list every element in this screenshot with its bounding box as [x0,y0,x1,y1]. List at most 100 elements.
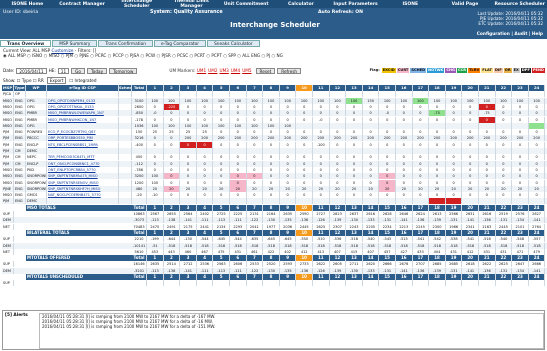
value-cell[interactable]: 0 [496,166,513,173]
value-cell[interactable]: 0 [280,173,297,180]
nav-item[interactable]: ISONE Home [0,2,55,7]
value-cell[interactable] [330,122,347,129]
value-cell[interactable]: 0 [263,160,280,167]
value-cell[interactable]: 200 [429,135,446,142]
value-cell[interactable] [379,122,396,129]
value-cell[interactable]: 0 [363,110,380,117]
value-cell[interactable] [230,198,247,205]
value-cell[interactable]: 0 [462,179,479,186]
value-cell[interactable] [180,148,197,154]
column-header[interactable]: Total [132,85,147,91]
value-cell[interactable]: 0 [529,173,546,180]
value-cell[interactable] [346,91,363,98]
value-cell[interactable]: 0 [496,154,513,161]
value-cell[interactable] [180,198,197,205]
today-button[interactable]: Today [86,67,108,74]
value-cell[interactable] [164,198,181,205]
value-cell[interactable]: 25 [197,129,214,136]
value-cell[interactable]: 0 [496,129,513,136]
column-header[interactable]: 8 [263,85,280,91]
value-cell[interactable]: -75 [479,110,496,117]
value-cell[interactable]: 0 [196,141,214,148]
value-cell[interactable]: 0 [512,103,529,110]
value-cell[interactable]: -178 [132,116,147,123]
etag-link[interactable]: SNP_SNPTNTNBPAA75_MISO [47,173,119,180]
value-cell[interactable] [462,122,479,129]
nav-item[interactable]: Input Parameters [328,2,383,7]
value-cell[interactable]: 200 [197,135,214,142]
value-cell[interactable]: 100 [180,97,197,104]
value-cell[interactable]: 0 [296,103,313,110]
value-cell[interactable]: 0 [379,179,396,186]
value-cell[interactable]: 0 [479,103,496,110]
value-cell[interactable]: 0 [164,110,181,117]
value-cell[interactable]: 0 [363,129,380,136]
value-cell[interactable] [346,198,363,205]
value-cell[interactable]: 0 [413,154,430,161]
value-cell[interactable]: 0 [230,166,247,173]
column-header[interactable]: 10 [296,85,313,91]
value-cell[interactable]: 0 [164,192,181,199]
value-cell[interactable] [396,122,413,129]
value-cell[interactable]: 0 [180,192,197,199]
value-cell[interactable]: 0 [363,103,380,110]
etag-link[interactable] [47,91,119,98]
value-cell[interactable] [247,198,264,205]
value-cell[interactable]: -850 [132,110,147,117]
column-header[interactable]: e-Tag ID CSP [47,85,119,91]
value-cell[interactable] [247,148,264,154]
value-cell[interactable]: 0 [462,103,479,110]
value-cell[interactable]: 0 [512,192,529,199]
value-cell[interactable]: 200 [529,135,546,142]
etag-link[interactable]: MISO_PMBRNWHKCON_1N7 [47,116,119,123]
value-cell[interactable]: 20 [429,185,446,192]
value-cell[interactable]: 0 [230,179,247,186]
value-cell[interactable]: -20 [132,192,147,199]
etag-link[interactable] [47,148,119,154]
value-cell[interactable]: 100 [396,97,413,104]
value-cell[interactable]: 20 [529,185,546,192]
value-cell[interactable]: 0 [346,103,363,110]
value-cell[interactable]: 0 [164,154,181,161]
value-cell[interactable] [296,91,313,98]
value-cell[interactable]: 0 [330,160,347,167]
value-cell[interactable] [313,91,330,98]
value-cell[interactable]: 200 [363,135,380,142]
alert-message[interactable]: 2016/04/11 05:28:31 [I] is ramping from … [42,324,541,329]
value-cell[interactable]: 0 [379,116,396,123]
value-cell[interactable]: 0 [230,173,247,180]
column-header[interactable]: 23 [512,85,529,91]
value-cell[interactable]: 0 [313,154,330,161]
value-cell[interactable]: 100 [462,97,479,104]
value-cell[interactable]: 0 [363,116,380,123]
value-cell[interactable]: 0 [413,141,430,148]
value-cell[interactable]: 0 [346,179,363,186]
value-cell[interactable]: 200 [247,135,264,142]
value-cell[interactable]: 0 [346,160,363,167]
value-cell[interactable]: 0 [247,116,264,123]
value-cell[interactable] [413,91,430,98]
value-cell[interactable]: 0 [197,192,214,199]
value-cell[interactable] [462,198,479,205]
value-cell[interactable]: 0 [379,129,396,136]
value-cell[interactable]: 0 [462,141,479,148]
value-cell[interactable]: 200 [446,135,463,142]
value-cell[interactable]: 100 [180,122,197,129]
value-cell[interactable] [296,122,313,129]
value-cell[interactable]: 0 [330,110,347,117]
value-cell[interactable]: 100 [230,122,247,129]
value-cell[interactable] [445,198,463,205]
value-cell[interactable]: 0 [263,154,280,161]
value-cell[interactable] [496,122,513,129]
value-cell[interactable]: 0 [446,166,463,173]
value-cell[interactable] [429,91,446,98]
value-cell[interactable]: 0 [479,166,496,173]
tomorrow-button[interactable]: Tomorrow [109,67,138,74]
value-cell[interactable]: 0 [247,179,264,186]
value-cell[interactable]: 100 [147,122,164,129]
value-cell[interactable]: 0 [313,166,330,173]
value-cell[interactable]: 0 [429,179,446,186]
value-cell[interactable]: 0 [429,154,446,161]
value-cell[interactable]: 0 [429,166,446,173]
value-cell[interactable]: 0 [263,141,280,148]
